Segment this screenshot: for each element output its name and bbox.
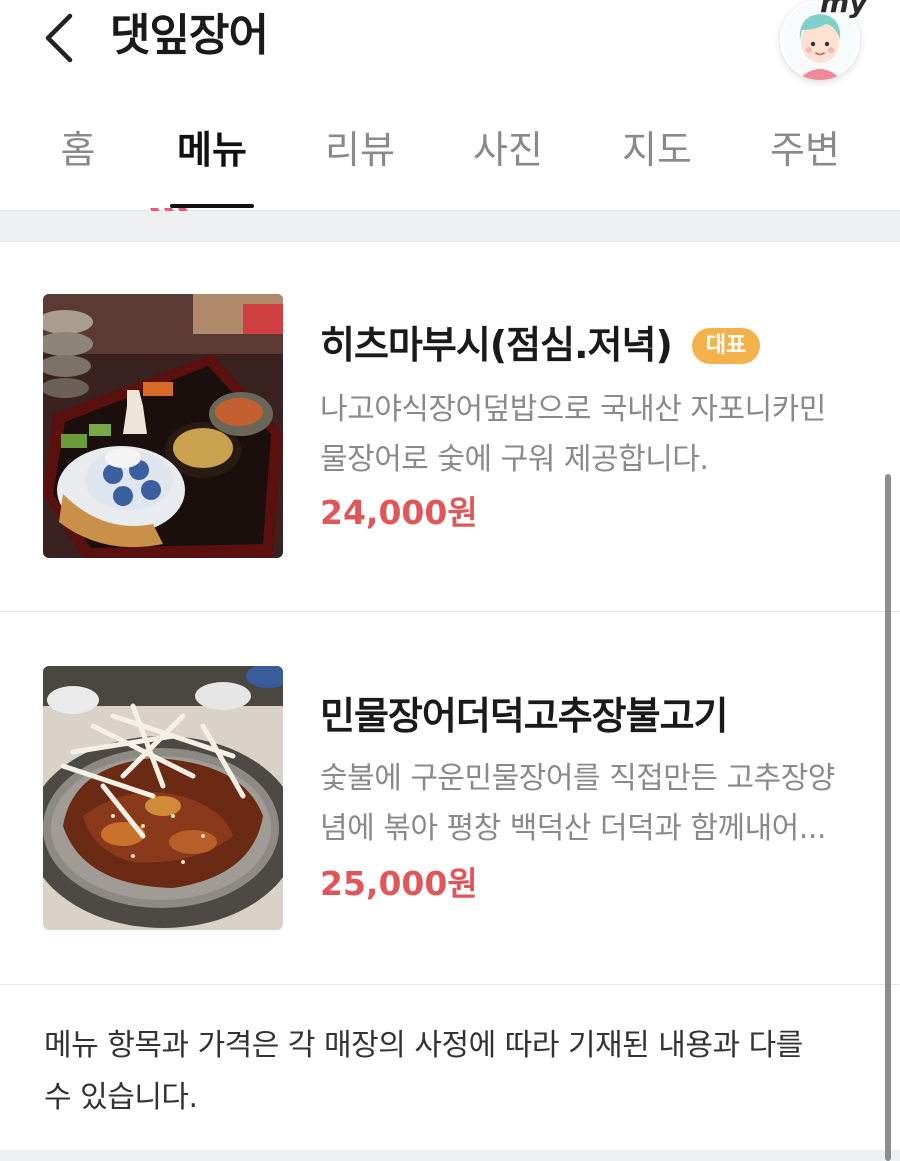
section-separator (0, 1150, 900, 1161)
menu-photo-eel-bulgogi (43, 666, 283, 930)
tab-home[interactable]: 홈 (58, 122, 98, 178)
scrollbar[interactable] (885, 474, 891, 1161)
description-line: 물장어로 숯에 구워 제공합니다. (320, 442, 709, 477)
menu-item[interactable]: 히츠마부시(점심.저녁) 대표 나고야식장어덮밥으로 국내산 자포니카민 물장어로… (0, 241, 900, 611)
menu-item-price: 25,000원 (320, 864, 478, 903)
page-title: 댓잎장어 (110, 10, 269, 61)
avatar-my-label: my (820, 0, 868, 19)
tab-reviews[interactable]: 리뷰 (320, 122, 400, 178)
description-line: 숯불에 구운민물장어를 직접만든 고추장양 (320, 761, 835, 796)
back-button[interactable] (34, 8, 84, 68)
menu-item-name: 민물장어더덕고추장불고기 (320, 690, 729, 742)
menu-item-title: 민물장어더덕고추장불고기 (320, 694, 729, 738)
menu-price-notice: 메뉴 항목과 가격은 각 매장의 사정에 따라 기재된 내용과 다를 수 있습니… (44, 1020, 864, 1124)
notice-line: 수 있습니다. (44, 1080, 198, 1115)
app-header: 댓잎장어 my (0, 0, 900, 90)
menu-item-description: 숯불에 구운민물장어를 직접만든 고추장양 념에 볶아 평창 백덕산 더덕과 함… (320, 754, 865, 854)
description-line: 나고야식장어덮밥으로 국내산 자포니카민 (320, 392, 826, 427)
menu-item[interactable]: 민물장어더덕고추장불고기 숯불에 구운민물장어를 직접만든 고추장양 념에 볶아… (0, 612, 900, 984)
menu-item-name: 히츠마부시(점심.저녁) 대표 (320, 319, 761, 371)
divider (0, 984, 900, 985)
menu-item-title: 히츠마부시(점심.저녁) (320, 323, 673, 367)
chevron-left-icon (45, 13, 73, 63)
notice-line: 메뉴 항목과 가격은 각 매장의 사정에 따라 기재된 내용과 다를 (44, 1028, 803, 1063)
tab-bar: 홈 메뉴 리뷰 사진 지도 주변 (0, 100, 900, 211)
description-line: 념에 볶아 평창 백덕산 더덕과 함께내어... (320, 811, 826, 846)
tab-menu[interactable]: 메뉴 (172, 122, 252, 178)
section-separator (0, 211, 900, 242)
signature-badge: 대표 (691, 328, 761, 364)
tab-nearby[interactable]: 주변 (765, 122, 845, 178)
tab-photos[interactable]: 사진 (468, 122, 548, 178)
tab-map[interactable]: 지도 (617, 122, 697, 178)
menu-item-price: 24,000원 (320, 493, 478, 532)
menu-item-description: 나고야식장어덮밥으로 국내산 자포니카민 물장어로 숯에 구워 제공합니다. (320, 385, 865, 485)
menu-photo-hitsumabushi (43, 294, 283, 558)
